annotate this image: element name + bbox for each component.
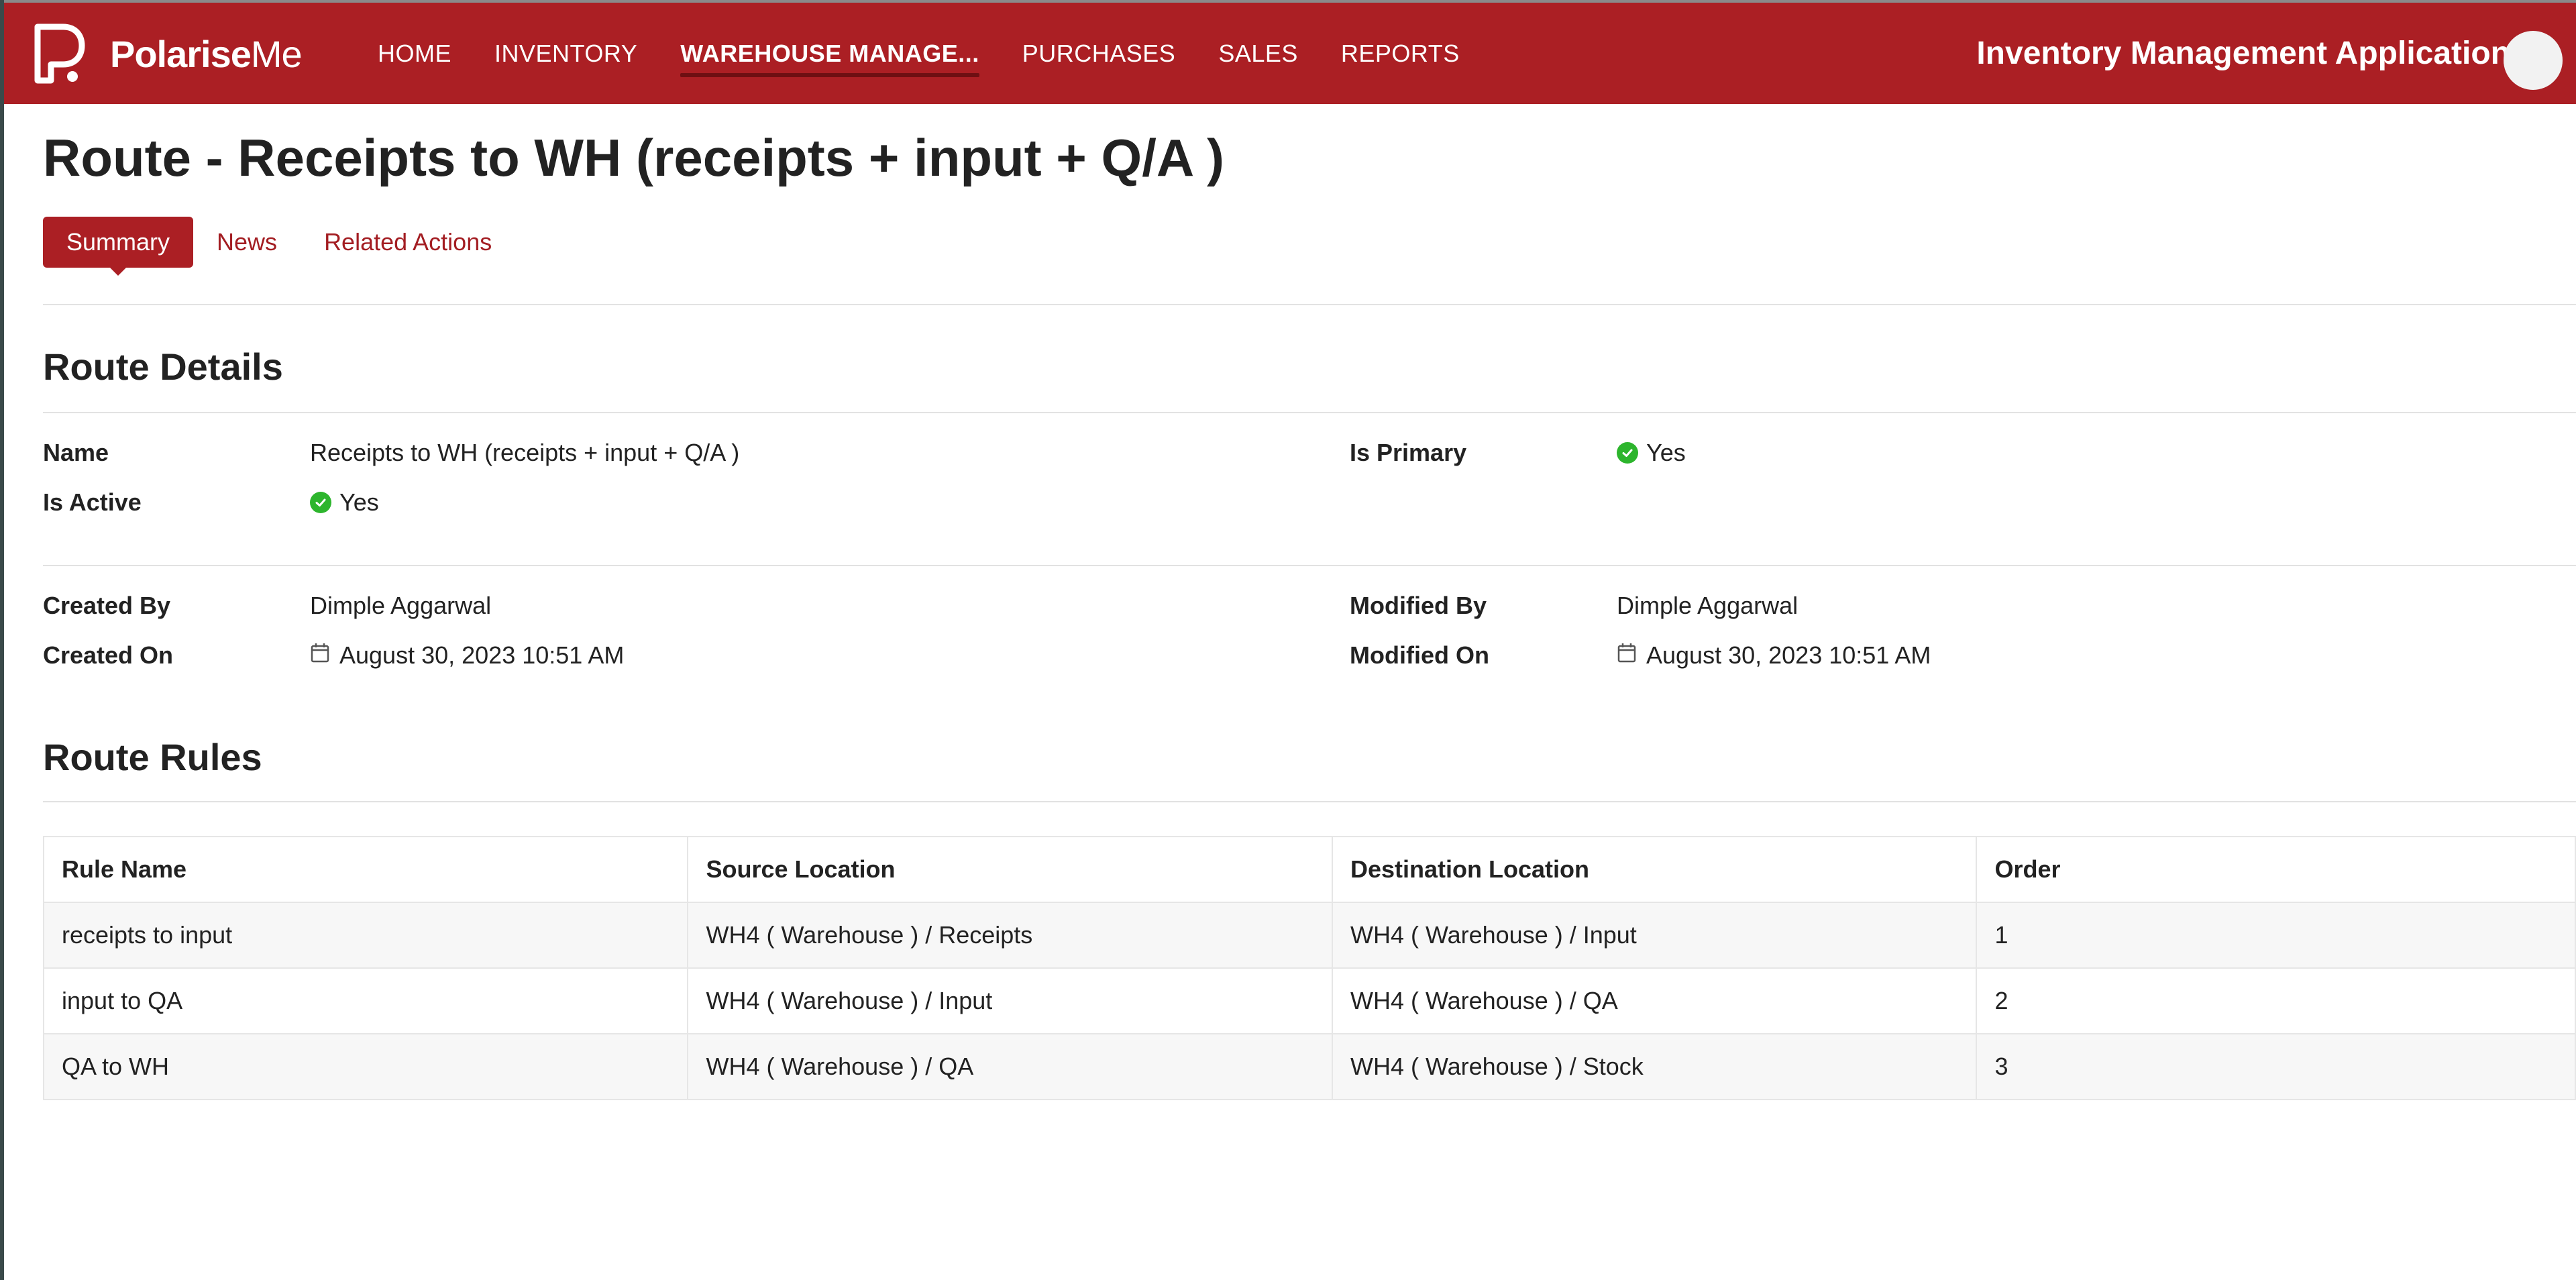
name-label: Name bbox=[43, 439, 109, 466]
order-cell: 2 bbox=[1976, 967, 2576, 1034]
table-row[interactable]: receipts to input WH4 ( Warehouse ) / Re… bbox=[42, 902, 2576, 969]
divider bbox=[43, 801, 2576, 802]
column-header-rule-name[interactable]: Rule Name bbox=[42, 836, 689, 903]
application-menu-label: Inventory Management Application bbox=[1976, 36, 2510, 71]
table-row[interactable]: QA to WH WH4 ( Warehouse ) / QA WH4 ( Wa… bbox=[42, 1033, 2576, 1100]
route-rules-table: Rule Name Source Location Destination Lo… bbox=[42, 836, 2576, 1100]
main-nav: HOME INVENTORY WAREHOUSE MANAGE... PURCH… bbox=[378, 3, 1503, 104]
created-by-text: Dimple Aggarwal bbox=[310, 592, 492, 619]
column-header-order[interactable]: Order bbox=[1976, 836, 2576, 903]
order-cell: 3 bbox=[1976, 1033, 2576, 1100]
column-header-destination-location[interactable]: Destination Location bbox=[1331, 836, 1978, 903]
name-value-text: Receipts to WH (receipts + input + Q/A ) bbox=[310, 439, 740, 466]
avatar[interactable] bbox=[2504, 31, 2563, 90]
app-header: PolariseMe HOME INVENTORY WAREHOUSE MANA… bbox=[4, 3, 2576, 104]
tab-news[interactable]: News bbox=[217, 217, 277, 268]
route-details-title: Route Details bbox=[43, 345, 283, 388]
destination-location-cell: WH4 ( Warehouse ) / QA bbox=[1331, 967, 1978, 1034]
brand-logo[interactable]: PolariseMe bbox=[28, 20, 303, 87]
created-on-value: August 30, 2023 10:51 AM bbox=[310, 641, 624, 670]
created-by-value: Dimple Aggarwal bbox=[310, 592, 491, 620]
rule-name-cell: input to QA bbox=[42, 967, 689, 1034]
table-row[interactable]: input to QA WH4 ( Warehouse ) / Input WH… bbox=[42, 967, 2576, 1034]
nav-home[interactable]: HOME bbox=[378, 3, 451, 104]
is-primary-label: Is Primary bbox=[1350, 439, 1467, 466]
record-tabs: Summary News Related Actions bbox=[43, 217, 539, 276]
created-on-label: Created On bbox=[43, 641, 174, 669]
check-circle-icon bbox=[1617, 442, 1638, 464]
modified-on-text: August 30, 2023 10:51 AM bbox=[1646, 641, 1931, 669]
nav-inventory[interactable]: INVENTORY bbox=[494, 3, 637, 104]
column-header-source-location[interactable]: Source Location bbox=[687, 836, 1333, 903]
tab-summary[interactable]: Summary bbox=[43, 217, 194, 276]
created-on-text: August 30, 2023 10:51 AM bbox=[339, 641, 625, 669]
order-cell: 1 bbox=[1976, 902, 2576, 969]
application-menu[interactable]: Inventory Management Application bbox=[1976, 3, 2563, 104]
modified-by-text: Dimple Aggarwal bbox=[1617, 592, 1799, 619]
modified-on-value: August 30, 2023 10:51 AM bbox=[1617, 641, 1931, 670]
divider bbox=[43, 412, 2576, 413]
destination-location-cell: WH4 ( Warehouse ) / Input bbox=[1331, 902, 1978, 969]
page-title: Route - Receipts to WH (receipts + input… bbox=[43, 128, 1224, 187]
created-by-label: Created By bbox=[43, 592, 171, 619]
rule-name-cell: QA to WH bbox=[42, 1033, 689, 1100]
window-left-edge bbox=[0, 0, 4, 1280]
brand-name: PolariseMe bbox=[110, 32, 303, 75]
destination-location-cell: WH4 ( Warehouse ) / Stock bbox=[1331, 1033, 1978, 1100]
modified-by-label: Modified By bbox=[1350, 592, 1487, 619]
is-primary-text: Yes bbox=[1646, 439, 1686, 466]
nav-reports[interactable]: REPORTS bbox=[1341, 3, 1460, 104]
name-value: Receipts to WH (receipts + input + Q/A ) bbox=[310, 439, 739, 467]
modified-by-value: Dimple Aggarwal bbox=[1617, 592, 1798, 620]
divider bbox=[43, 565, 2576, 566]
nav-sales[interactable]: SALES bbox=[1218, 3, 1298, 104]
divider bbox=[43, 304, 2576, 305]
nav-purchases[interactable]: PURCHASES bbox=[1022, 3, 1176, 104]
calendar-icon bbox=[1617, 641, 1637, 670]
route-rules-title: Route Rules bbox=[43, 736, 262, 778]
logo-icon bbox=[34, 23, 85, 84]
tab-related-actions[interactable]: Related Actions bbox=[324, 217, 492, 268]
modified-on-label: Modified On bbox=[1350, 641, 1489, 669]
is-active-text: Yes bbox=[339, 488, 379, 516]
check-circle-icon bbox=[310, 492, 331, 513]
nav-warehouse-management[interactable]: WAREHOUSE MANAGE... bbox=[680, 3, 979, 104]
is-primary-value: Yes bbox=[1617, 439, 1686, 467]
is-active-label: Is Active bbox=[43, 488, 142, 516]
calendar-icon bbox=[310, 641, 330, 670]
source-location-cell: WH4 ( Warehouse ) / Input bbox=[687, 967, 1333, 1034]
is-active-value: Yes bbox=[310, 488, 379, 517]
table-header-row: Rule Name Source Location Destination Lo… bbox=[42, 836, 2576, 903]
rule-name-cell: receipts to input bbox=[42, 902, 689, 969]
source-location-cell: WH4 ( Warehouse ) / QA bbox=[687, 1033, 1333, 1100]
source-location-cell: WH4 ( Warehouse ) / Receipts bbox=[687, 902, 1333, 969]
